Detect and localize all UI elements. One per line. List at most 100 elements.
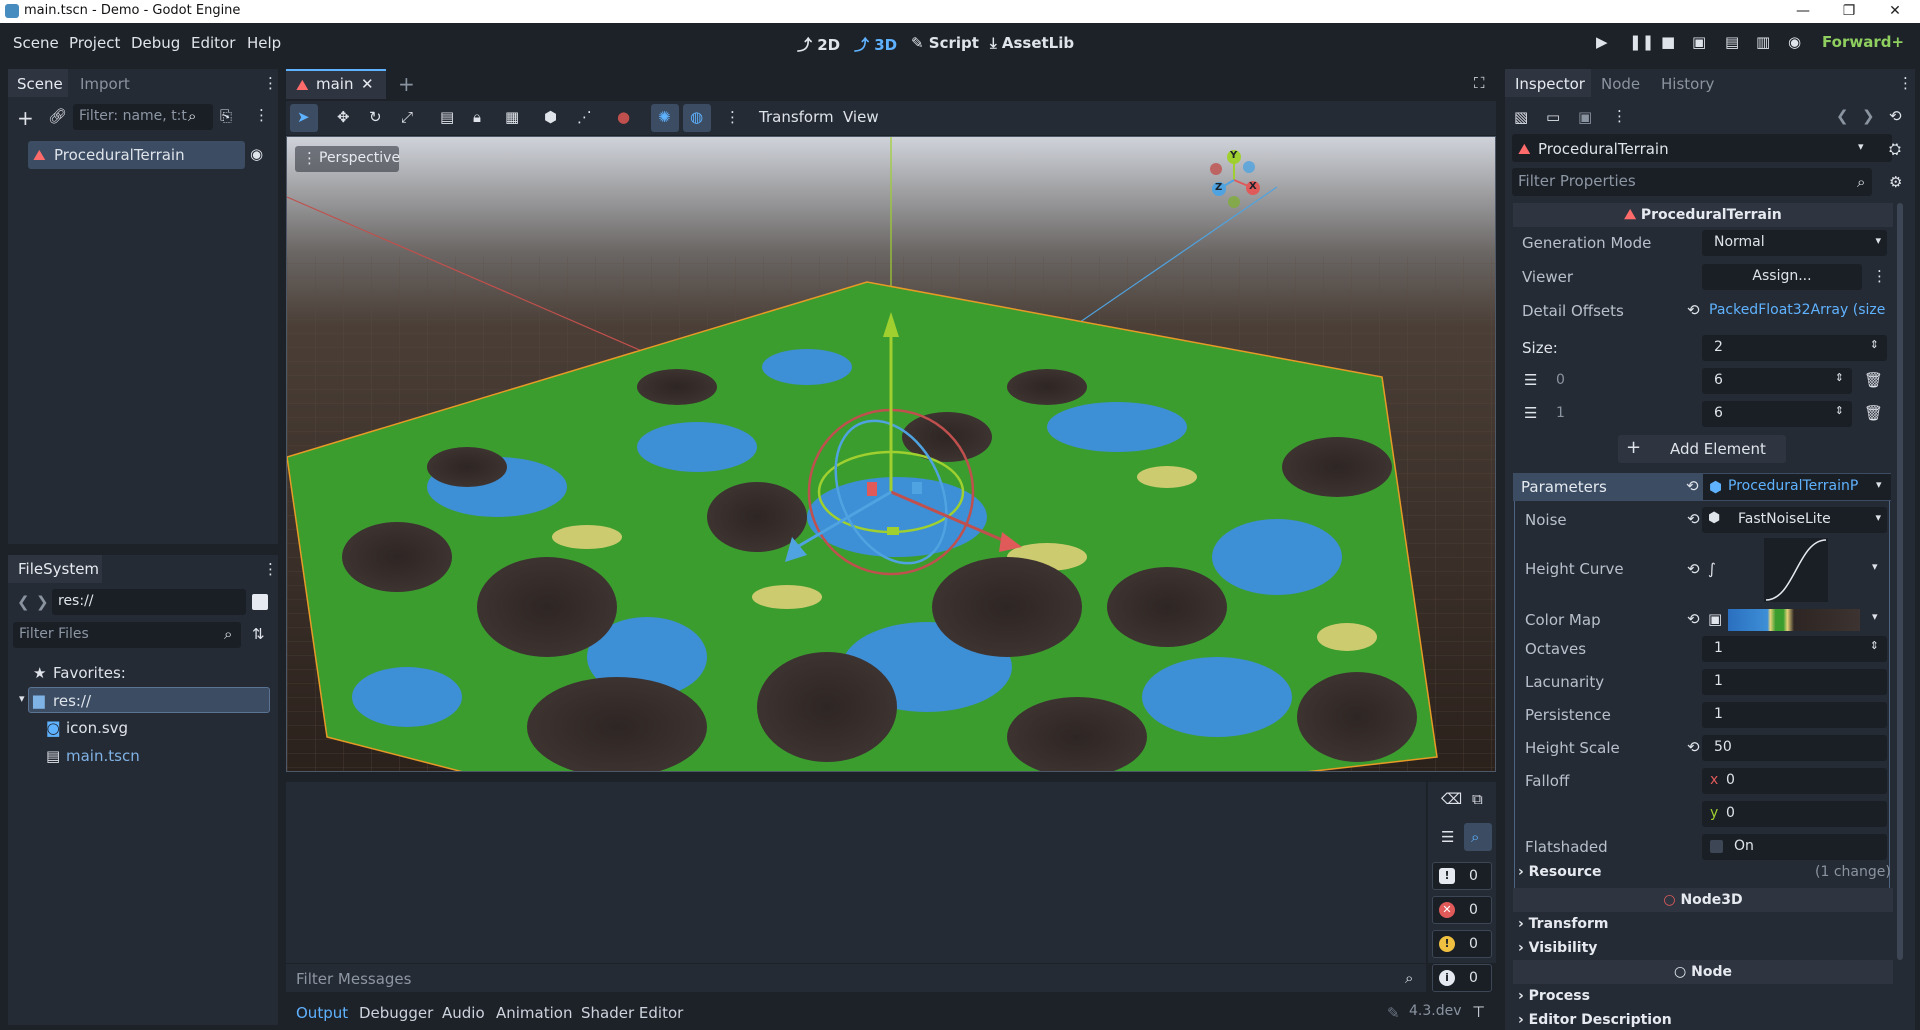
- tab-audio[interactable]: Audio: [442, 1004, 485, 1022]
- lock-icon[interactable]: 🔒︎: [473, 108, 481, 126]
- split-view-icon[interactable]: [252, 594, 268, 610]
- group-icon[interactable]: ▦: [505, 108, 519, 126]
- perspective-button[interactable]: ⋮ Perspective: [295, 146, 400, 172]
- link-icon[interactable]: 🔗︎: [48, 107, 67, 125]
- favorites-label[interactable]: Favorites:: [53, 664, 126, 682]
- mode-assetlib-button[interactable]: ⤓ AssetLib: [990, 34, 1074, 52]
- falloff-y-input[interactable]: y0: [1702, 801, 1887, 827]
- visibility-eye-icon[interactable]: ◉: [250, 145, 263, 163]
- octaves-spinbox[interactable]: 1 ⇕: [1702, 636, 1887, 662]
- height-scale-input[interactable]: 50: [1702, 735, 1887, 761]
- play-custom-scene-icon[interactable]: ▥: [1756, 33, 1770, 51]
- resource-options-icon[interactable]: ⋮: [1612, 107, 1627, 125]
- parameters-resource-picker[interactable]: ⬢ ProceduralTerrainP ▾: [1703, 474, 1891, 500]
- drag-handle-icon[interactable]: ☰: [1524, 371, 1537, 389]
- copy-output-icon[interactable]: ⧉: [1472, 790, 1483, 808]
- size-spinbox[interactable]: 2 ⇕: [1702, 335, 1887, 361]
- filter-properties-input[interactable]: Filter Properties: [1512, 168, 1872, 196]
- inspector-scrollbar[interactable]: [1897, 203, 1903, 960]
- menu-debug[interactable]: Debug: [131, 34, 180, 52]
- new-tab-icon[interactable]: +: [398, 72, 415, 96]
- mode-3d-button[interactable]: ⤴ 3D: [854, 34, 897, 55]
- array-item-1-value[interactable]: 6 ⇕: [1702, 401, 1852, 427]
- rotate-tool-icon[interactable]: ↻: [369, 108, 382, 126]
- snap-icon[interactable]: ⋰: [577, 108, 592, 126]
- distraction-free-icon[interactable]: ⛶: [1474, 74, 1485, 92]
- revert-icon[interactable]: ⟲: [1687, 738, 1700, 756]
- stop-icon[interactable]: ■: [1661, 33, 1675, 51]
- chevron-down-icon[interactable]: ▾: [1872, 560, 1878, 573]
- pause-icon[interactable]: ❚❚: [1629, 33, 1654, 51]
- lacunarity-input[interactable]: 1: [1702, 669, 1887, 695]
- color-map-preview[interactable]: [1728, 609, 1860, 631]
- scale-tool-icon[interactable]: ⤢: [401, 108, 413, 126]
- viewer-assign-button[interactable]: Assign...: [1702, 264, 1862, 290]
- section-process[interactable]: › Process: [1518, 988, 1590, 1004]
- back-icon[interactable]: ❮: [17, 593, 30, 611]
- 3d-viewport[interactable]: Y X Z ⋮ Perspective: [286, 136, 1496, 772]
- tab-animation[interactable]: Animation: [496, 1004, 572, 1022]
- environment-preview-icon[interactable]: ◍: [690, 108, 703, 126]
- history-forward-icon[interactable]: ❯: [1862, 107, 1875, 125]
- viewer-options-icon[interactable]: ⋮: [1872, 267, 1887, 285]
- select-tool-icon[interactable]: ➤: [297, 108, 310, 126]
- tab-history[interactable]: History: [1661, 75, 1714, 93]
- menu-help[interactable]: Help: [247, 34, 281, 52]
- camera-preview-icon[interactable]: ●: [617, 108, 630, 126]
- dock-menu-icon[interactable]: ⋮: [263, 74, 278, 92]
- flatshaded-checkbox[interactable]: On: [1702, 834, 1887, 860]
- local-space-icon[interactable]: ⬢: [544, 108, 557, 126]
- pin-bottom-panel-icon[interactable]: ⊤: [1472, 1003, 1485, 1021]
- open-resource-icon[interactable]: ▭: [1546, 108, 1560, 126]
- tab-shader-editor[interactable]: Shader Editor: [581, 1004, 683, 1022]
- persistence-input[interactable]: 1: [1702, 702, 1887, 728]
- section-editor-description[interactable]: › Editor Description: [1518, 1012, 1672, 1028]
- noise-resource-picker[interactable]: ⬢ FastNoiseLite ▾: [1702, 507, 1887, 533]
- tab-inspector[interactable]: Inspector: [1515, 75, 1585, 93]
- delete-item-icon[interactable]: 🗑︎: [1864, 404, 1883, 422]
- section-visibility[interactable]: › Visibility: [1518, 940, 1597, 956]
- attach-script-icon[interactable]: ⎘: [220, 107, 232, 125]
- filter-messages-input[interactable]: Filter Messages: [296, 970, 411, 988]
- revert-icon[interactable]: ⟲: [1687, 510, 1700, 528]
- fs-path-input[interactable]: res://: [52, 589, 246, 615]
- maximize-button[interactable]: ❐: [1826, 0, 1872, 23]
- menu-scene[interactable]: Scene: [13, 34, 59, 52]
- sort-icon[interactable]: ⇅: [252, 625, 265, 643]
- tab-debugger[interactable]: Debugger: [359, 1004, 433, 1022]
- array-item-0-value[interactable]: 6 ⇕: [1702, 368, 1852, 394]
- menu-project[interactable]: Project: [69, 34, 120, 52]
- close-window-button[interactable]: ✕: [1872, 0, 1918, 23]
- messages-counter[interactable]: ! 0: [1432, 862, 1492, 890]
- play-icon[interactable]: ▶: [1596, 33, 1608, 51]
- fs-menu-icon[interactable]: ⋮: [263, 560, 278, 578]
- falloff-x-input[interactable]: x0: [1702, 768, 1887, 794]
- view-axis-gizmo[interactable]: Y X Z: [1207, 145, 1282, 210]
- scene-options-icon[interactable]: ⋮: [254, 106, 269, 124]
- collapse-icon[interactable]: ☰: [1441, 828, 1454, 846]
- mode-script-button[interactable]: ✎ Script: [911, 34, 979, 52]
- add-node-icon[interactable]: +: [17, 106, 34, 130]
- new-resource-icon[interactable]: ▧: [1514, 108, 1528, 126]
- history-back-icon[interactable]: ❮: [1836, 107, 1849, 125]
- revert-icon[interactable]: ⟲: [1687, 610, 1700, 628]
- collapse-arrow-icon[interactable]: ▾: [19, 692, 25, 705]
- close-tab-icon[interactable]: ✕: [361, 75, 374, 93]
- revert-icon[interactable]: ⟲: [1687, 301, 1700, 319]
- revert-icon[interactable]: ⟲: [1687, 560, 1700, 578]
- mode-2d-button[interactable]: ⤴ 2D: [797, 34, 840, 55]
- move-tool-icon[interactable]: ✥: [337, 108, 350, 126]
- info-counter[interactable]: i 0: [1432, 964, 1492, 992]
- inspector-menu-icon[interactable]: ⋮: [1898, 74, 1913, 92]
- drag-handle-icon[interactable]: ☰: [1524, 404, 1537, 422]
- viewport-options-icon[interactable]: ⋮: [725, 108, 740, 126]
- revert-icon[interactable]: ⟲: [1686, 477, 1699, 495]
- menu-editor[interactable]: Editor: [191, 34, 235, 52]
- chevron-down-icon[interactable]: ▾: [1872, 610, 1878, 623]
- filter-files-input[interactable]: Filter Files: [13, 622, 241, 648]
- object-info-icon[interactable]: ⛭: [1889, 140, 1901, 158]
- errors-counter[interactable]: ✕ 0: [1432, 896, 1492, 924]
- warnings-counter[interactable]: ! 0: [1432, 930, 1492, 958]
- property-sort-icon[interactable]: ⚙: [1889, 173, 1902, 191]
- fs-item-icon-svg[interactable]: icon.svg: [66, 719, 128, 737]
